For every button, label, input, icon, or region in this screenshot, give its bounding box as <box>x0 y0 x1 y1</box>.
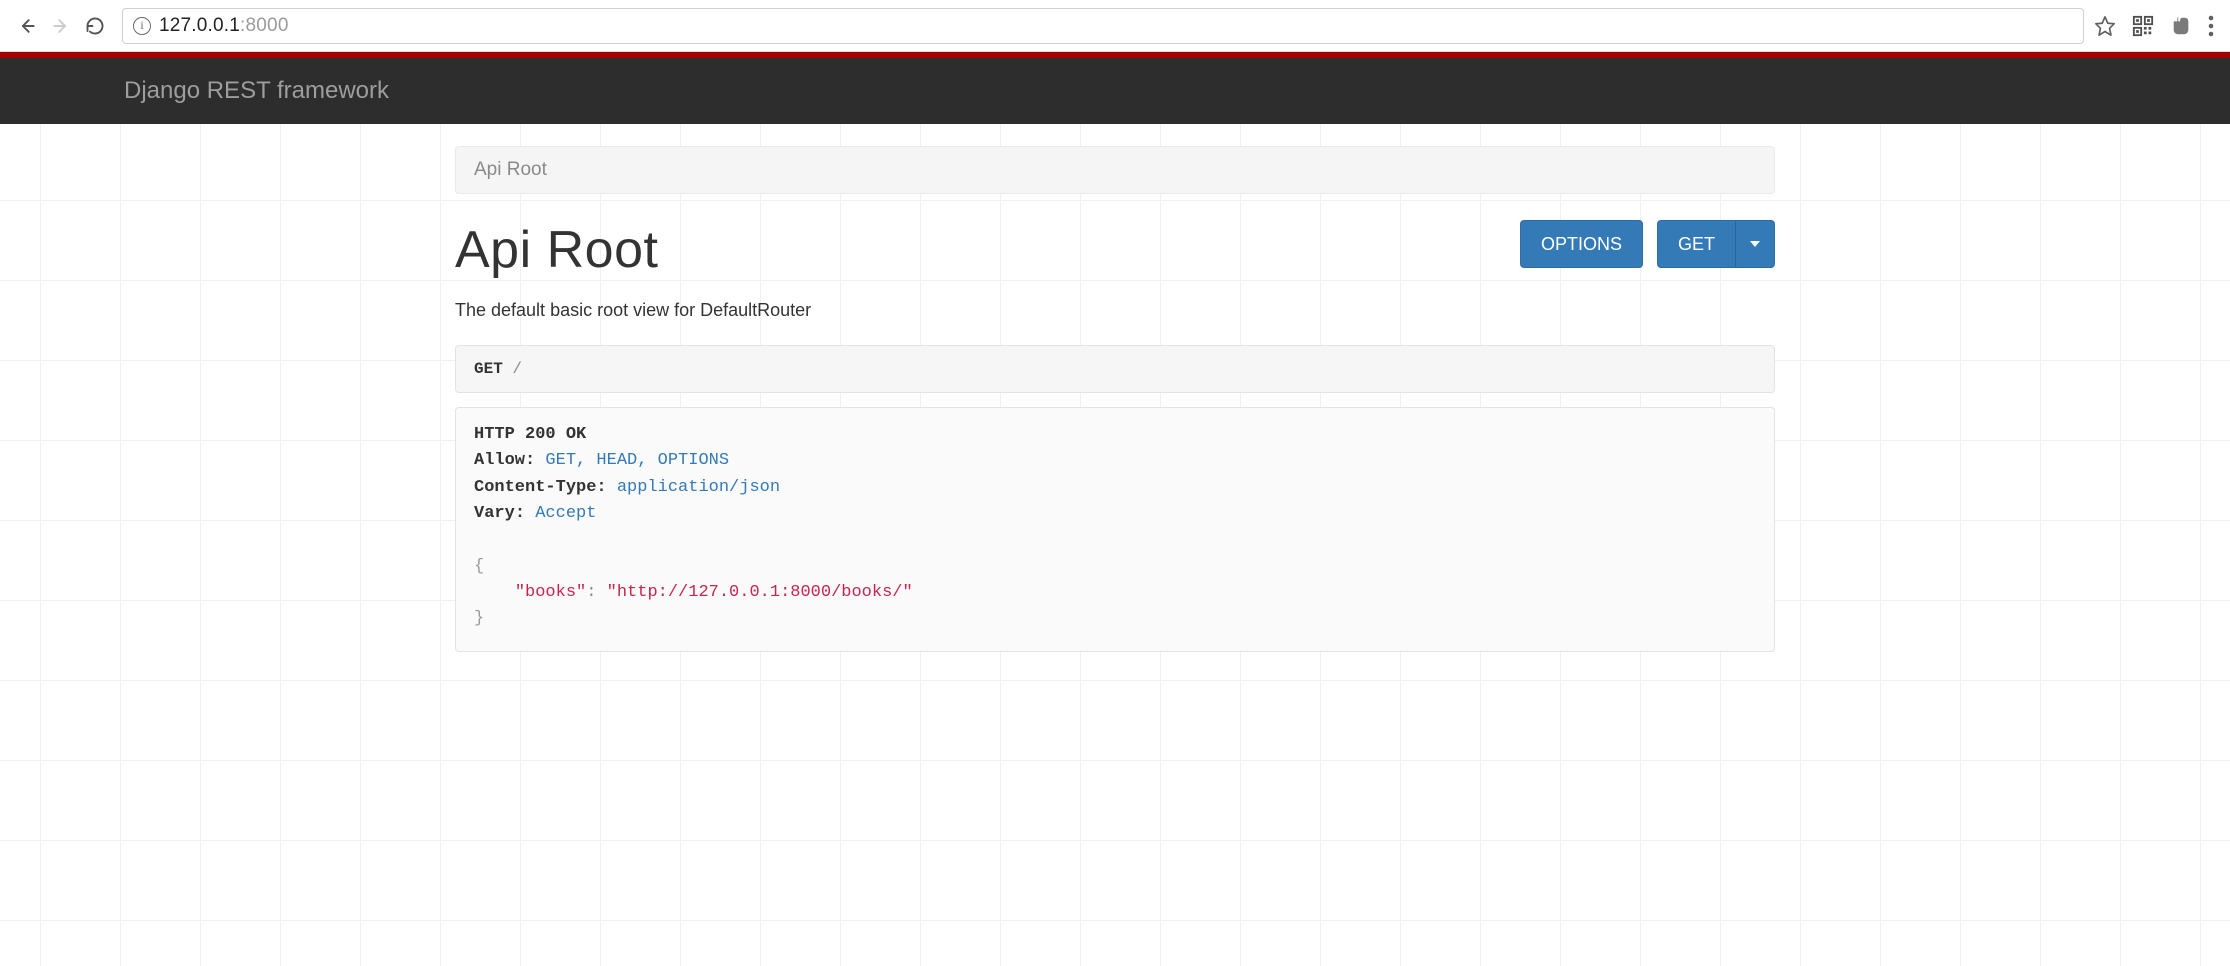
evernote-extension-icon[interactable] <box>2170 15 2192 37</box>
request-path: / <box>512 360 522 378</box>
response-header-value: Accept <box>535 504 596 523</box>
response-status-line: HTTP 200 OK <box>474 425 586 444</box>
address-bar[interactable]: i 127.0.0.1:8000 <box>122 8 2084 44</box>
response-header-name: Vary <box>474 504 515 523</box>
get-dropdown-button[interactable] <box>1735 220 1775 268</box>
page-description: The default basic root view for DefaultR… <box>455 300 1775 321</box>
get-button[interactable]: GET <box>1657 220 1735 268</box>
toolbar-right-icons <box>2094 15 2220 37</box>
url-text: 127.0.0.1:8000 <box>159 15 289 37</box>
reload-button[interactable] <box>78 9 112 43</box>
json-value: "http://127.0.0.1:8000/books/" <box>607 583 913 602</box>
request-bar: GET / <box>455 345 1775 393</box>
json-brace: } <box>474 609 484 628</box>
site-info-icon[interactable]: i <box>133 17 151 35</box>
json-brace: { <box>474 557 484 576</box>
main-container: Api Root Api Root OPTIONS GET The defaul… <box>455 146 1775 652</box>
get-button-group: GET <box>1657 220 1775 268</box>
response-header-value: application/json <box>617 478 780 497</box>
json-link[interactable]: "http://127.0.0.1:8000/books/" <box>607 583 913 602</box>
qr-code-icon[interactable] <box>2132 15 2154 37</box>
forward-button[interactable] <box>44 9 78 43</box>
page-header-row: Api Root OPTIONS GET <box>455 220 1775 280</box>
response-header-name: Allow <box>474 451 525 470</box>
response-header-value: GET, HEAD, OPTIONS <box>545 451 729 470</box>
breadcrumb: Api Root <box>455 146 1775 194</box>
page-title: Api Root <box>455 220 658 280</box>
options-button[interactable]: OPTIONS <box>1520 220 1643 268</box>
response-box: HTTP 200 OK Allow: GET, HEAD, OPTIONS Co… <box>455 407 1775 652</box>
browser-menu-icon[interactable] <box>2208 15 2214 37</box>
breadcrumb-item[interactable]: Api Root <box>474 159 547 180</box>
chevron-down-icon <box>1750 241 1760 247</box>
action-button-group: OPTIONS GET <box>1520 220 1775 268</box>
drf-header: Django REST framework <box>0 58 2230 124</box>
request-method: GET <box>474 360 503 378</box>
browser-toolbar: i 127.0.0.1:8000 <box>0 0 2230 52</box>
json-key: "books" <box>515 583 586 602</box>
back-button[interactable] <box>10 9 44 43</box>
response-header-name: Content-Type <box>474 478 596 497</box>
bookmark-star-icon[interactable] <box>2094 15 2116 37</box>
brand-link[interactable]: Django REST framework <box>124 77 389 105</box>
